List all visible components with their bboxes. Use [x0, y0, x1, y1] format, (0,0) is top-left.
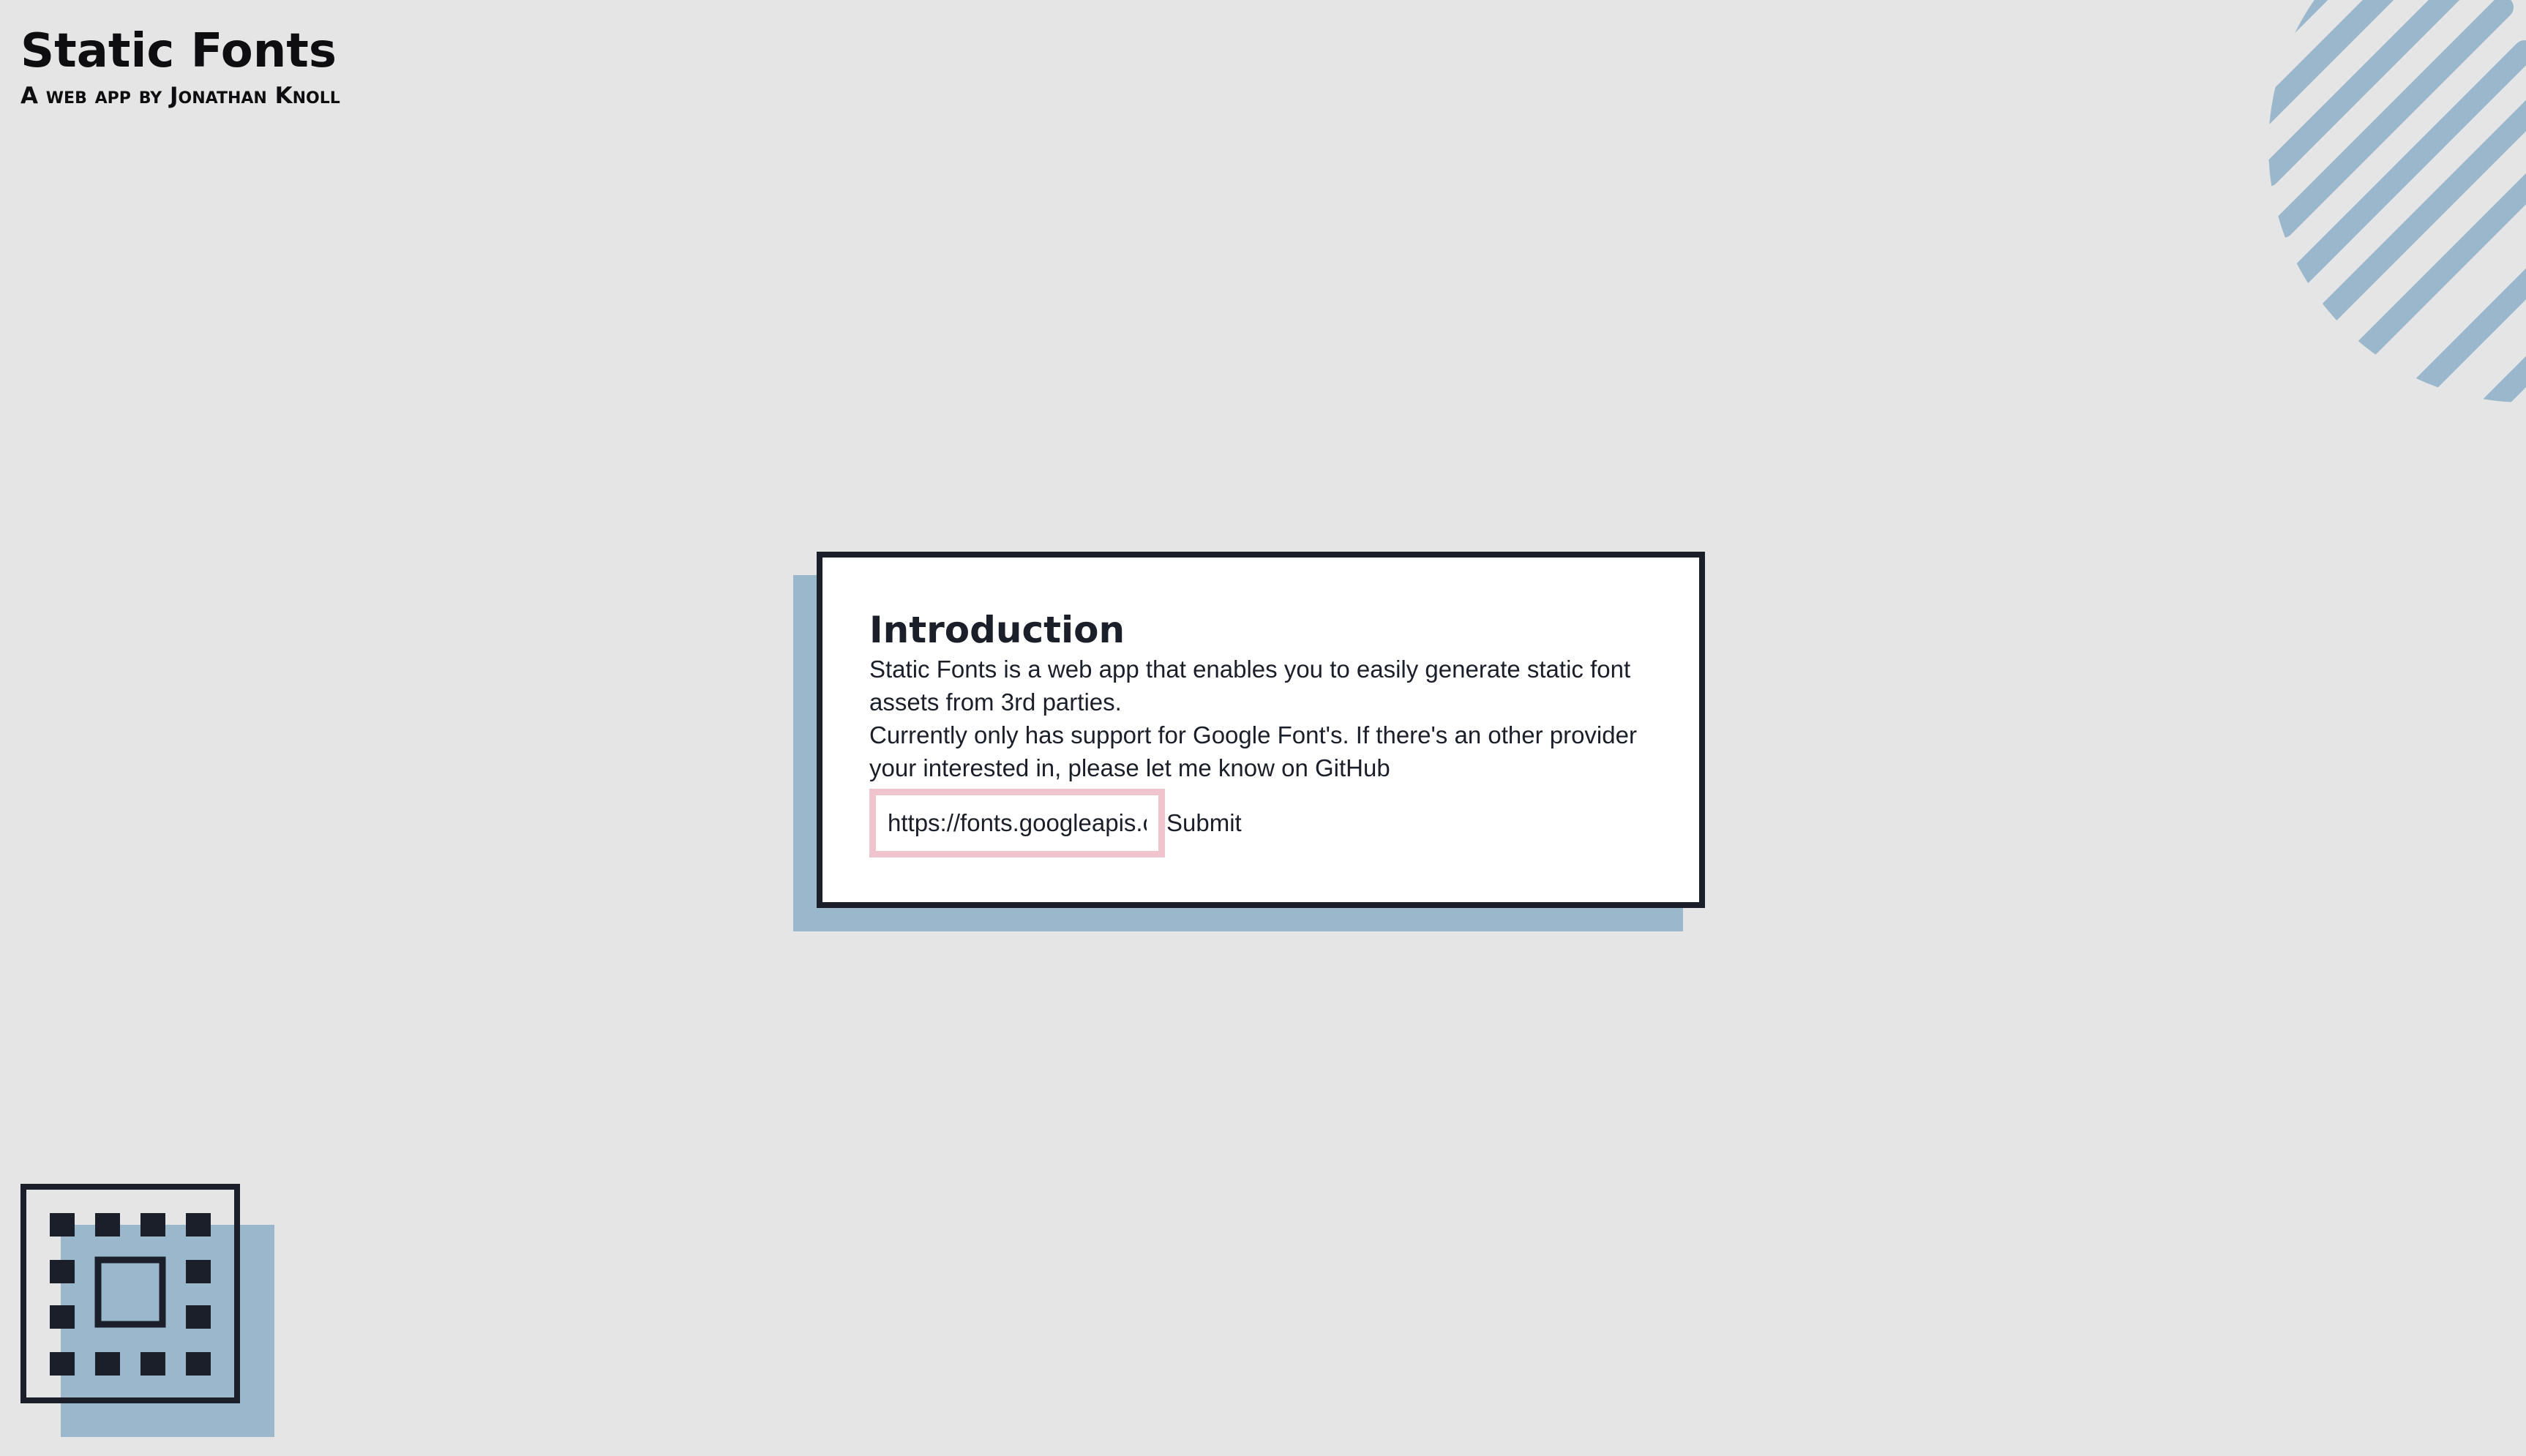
page-header: Static Fonts A web app by Jonathan Knoll [20, 22, 340, 110]
intro-heading: Introduction [869, 609, 1125, 651]
font-url-form: Submit [869, 789, 1652, 858]
site-subtitle: A web app by Jonathan Knoll [20, 83, 340, 109]
chip-logo-icon [20, 1184, 274, 1437]
intro-paragraph-1: Static Fonts is a web app that enables y… [869, 656, 1631, 716]
striped-circle-decoration [2268, 0, 2526, 402]
submit-button[interactable]: Submit [1165, 809, 1242, 837]
font-url-input[interactable] [869, 789, 1165, 858]
site-title: Static Fonts [20, 24, 337, 78]
intro-card: Introduction Static Fonts is a web app t… [817, 552, 1705, 908]
intro-paragraph-2: Currently only has support for Google Fo… [869, 721, 1637, 781]
